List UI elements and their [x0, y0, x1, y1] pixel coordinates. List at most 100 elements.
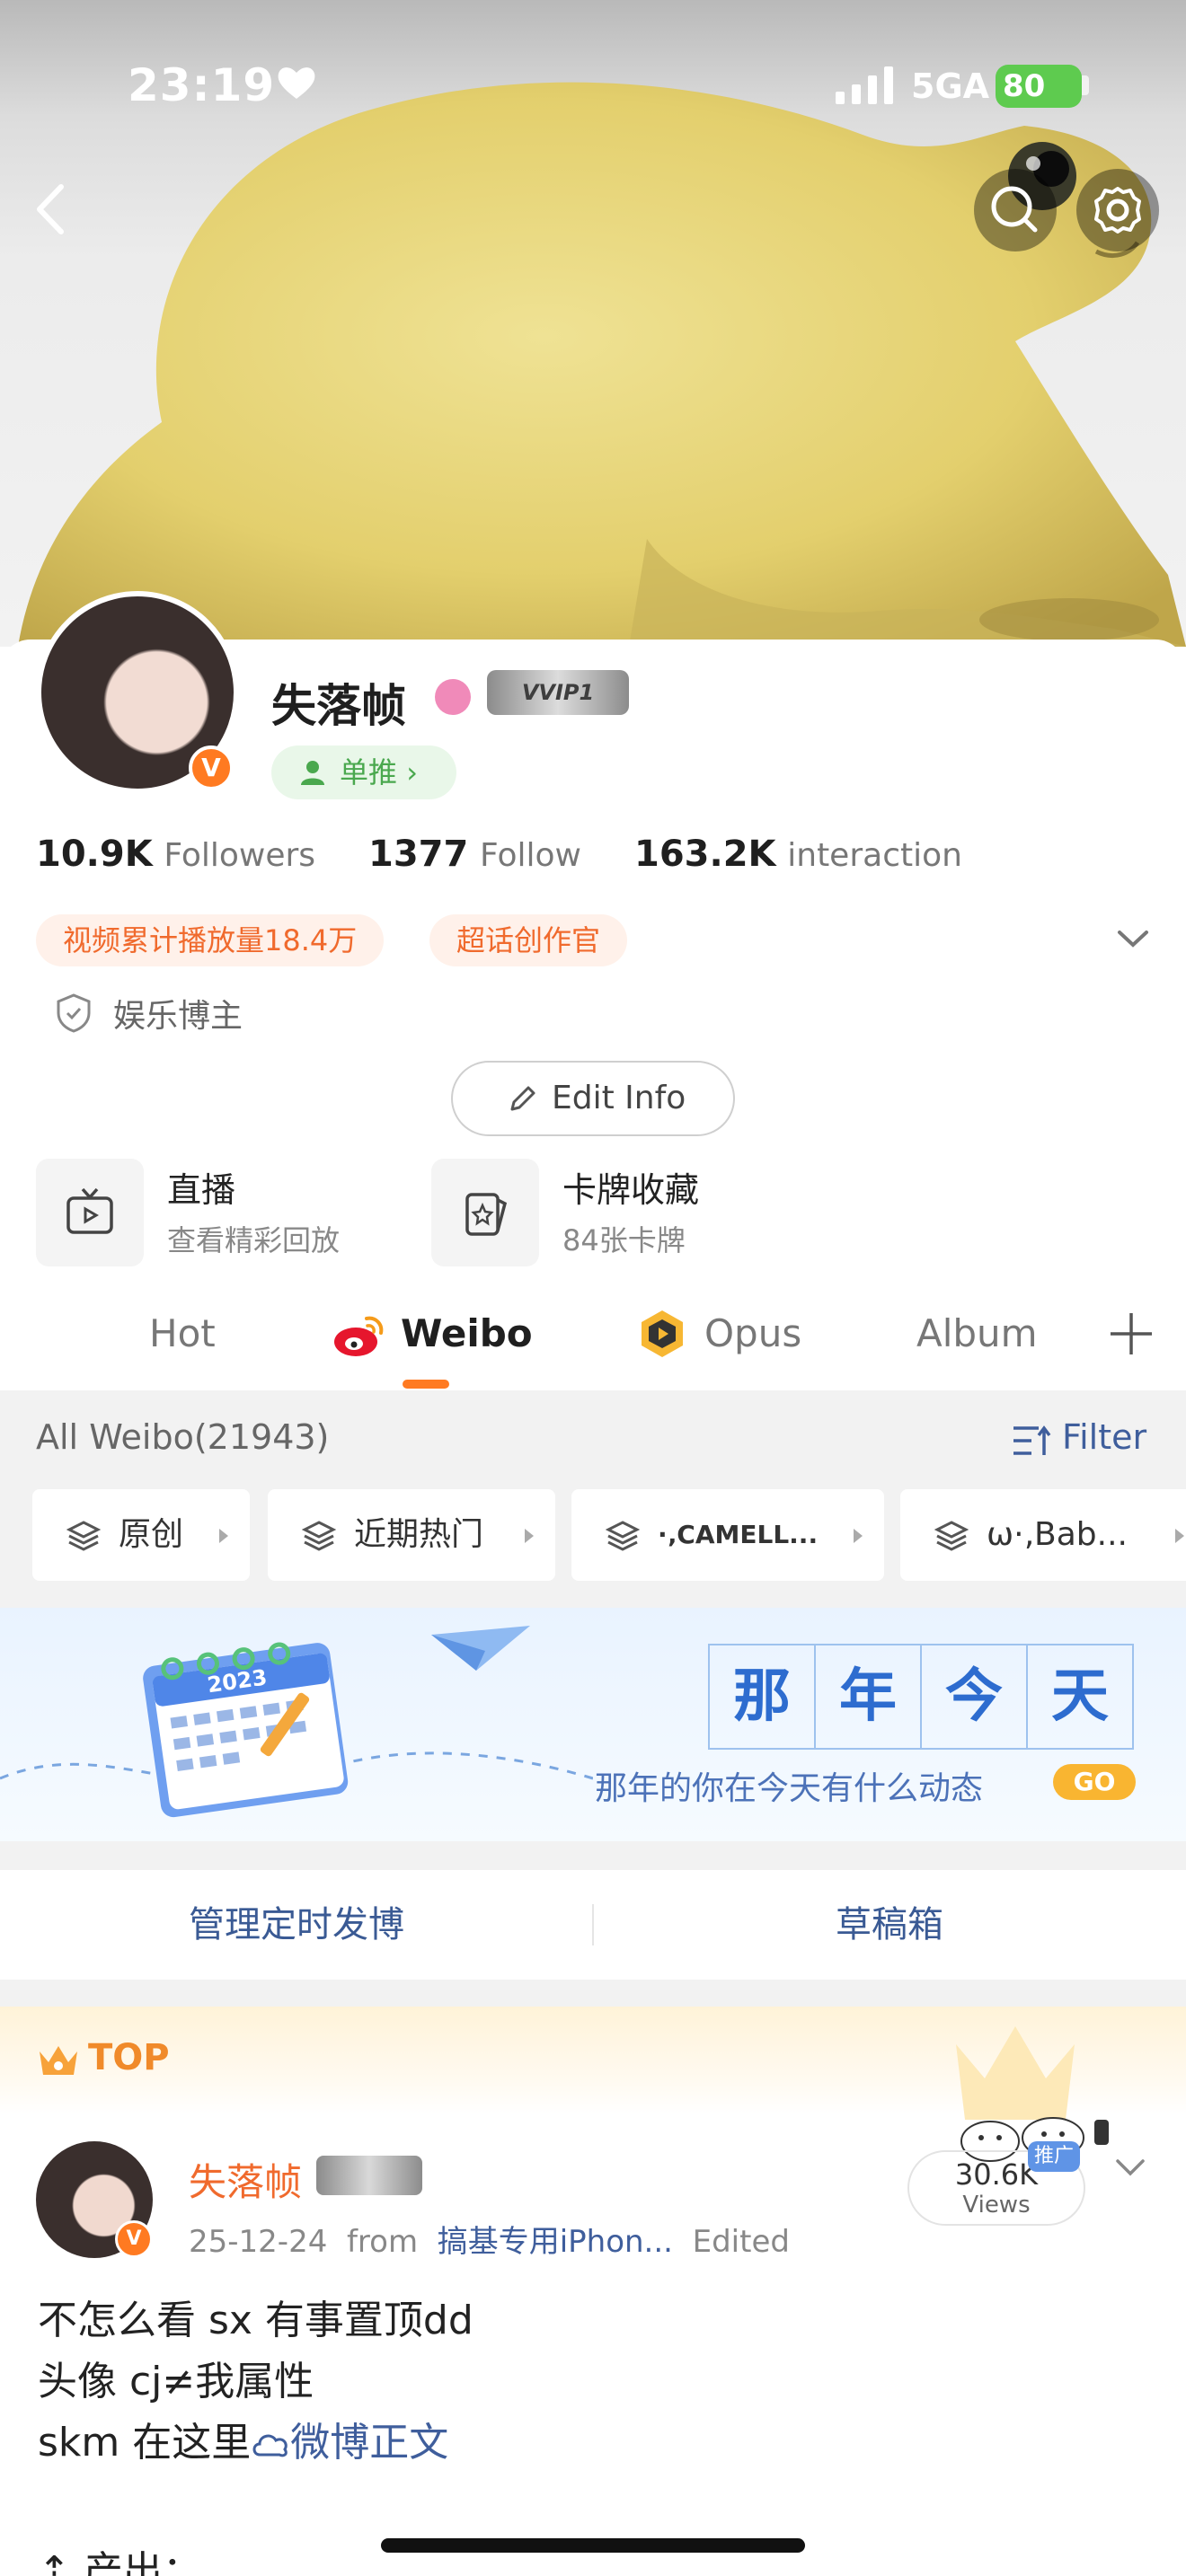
upload-icon: ⇡ [38, 2548, 84, 2576]
triangle-right-icon [525, 1529, 534, 1543]
feature-icon-box [36, 1159, 144, 1266]
chevron-down-icon[interactable] [1114, 925, 1152, 952]
stat-interaction[interactable]: 163.2K interaction [634, 834, 962, 875]
layers-icon [302, 1521, 336, 1551]
stat-followers[interactable]: 10.9K Followers [36, 834, 315, 875]
post-link[interactable]: 微博正文 [290, 2420, 448, 2466]
signal-icon [836, 66, 893, 104]
tab-album[interactable]: Album [916, 1311, 1038, 1355]
tab-hot[interactable]: Hot [149, 1311, 216, 1355]
verify-label: 娱乐博主 [113, 998, 243, 1035]
home-indicator[interactable] [381, 2538, 805, 2553]
gear-icon [1094, 187, 1141, 234]
scheduled-posts-button[interactable]: 管理定时发博 [0, 1870, 593, 1980]
feature-live[interactable]: 直播 查看精彩回放 [36, 1159, 395, 1266]
filter-chip-recent-hot[interactable]: 近期热门 [268, 1489, 555, 1581]
search-icon [991, 186, 1038, 233]
filter-chip-original[interactable]: 原创 [32, 1489, 250, 1581]
tag-label: 单推 [340, 755, 398, 790]
network-type: 5GA [911, 66, 990, 106]
edit-info-button[interactable]: Edit Info [451, 1061, 735, 1136]
plus-icon[interactable] [1107, 1310, 1155, 1358]
stat-value: 1377 [368, 834, 469, 875]
top-label: TOP [88, 2037, 170, 2078]
tag-pill[interactable]: 单推 › [271, 745, 456, 799]
chip-label: 近期热门 [354, 1516, 484, 1553]
post-source[interactable]: 搞基专用iPhon... [438, 2224, 673, 2260]
card-icon [465, 1193, 508, 1236]
honor-badge-video-plays[interactable]: 视频累计播放量18.4万 [36, 914, 385, 966]
feature-subtitle: 查看精彩回放 [167, 1223, 341, 1257]
vvip-badge[interactable]: VVIP1 [487, 670, 629, 715]
banner-subtitle: 那年的你在今天有什么动态 [595, 1770, 984, 1807]
go-button[interactable]: GO [1053, 1764, 1136, 1800]
post-line: 头像 cj≠我属性 [38, 2359, 314, 2404]
stat-value: 10.9K [36, 834, 153, 875]
stat-label: Follow [480, 837, 581, 874]
cover-image[interactable]: 23:19 5GA 80 [0, 0, 1186, 647]
search-button[interactable] [974, 169, 1057, 251]
pencil-icon [510, 1086, 535, 1111]
tab-weibo[interactable]: Weibo [401, 1311, 533, 1355]
back-arrow-icon[interactable] [25, 178, 79, 241]
drafts-button[interactable]: 草稿箱 [593, 1870, 1186, 1980]
triangle-right-icon [219, 1529, 228, 1543]
stat-value: 163.2K [634, 834, 776, 875]
triangle-right-icon [1175, 1529, 1184, 1543]
battery-icon: 80 [996, 65, 1082, 108]
crown-icon [40, 2046, 77, 2075]
filter-button[interactable]: Filter [1012, 1417, 1146, 1457]
feature-subtitle: 84张卡牌 [562, 1223, 686, 1257]
stat-label: interaction [787, 837, 962, 874]
tab-opus[interactable]: Opus [704, 1311, 801, 1355]
shield-icon [57, 993, 91, 1033]
all-weibo-count: All Weibo(21943) [36, 1417, 330, 1457]
post-date: 25-12-24 [189, 2224, 328, 2260]
banner-char: 天 [1051, 1663, 1109, 1730]
opus-logo-icon [642, 1310, 683, 1357]
post-author-name[interactable]: 失落帧 [189, 2152, 302, 2207]
chip-label: ω·‚Bab... [987, 1516, 1128, 1553]
banner-char: 今 [922, 1645, 1028, 1748]
vvip-badge-small [316, 2156, 422, 2195]
layers-icon [934, 1521, 969, 1551]
layers-icon [66, 1521, 101, 1551]
feature-icon-box [431, 1159, 539, 1266]
banner-title-grid: 那 年 今 天 [708, 1644, 1134, 1750]
chevron-down-icon[interactable] [1114, 2157, 1146, 2179]
filter-icon [1013, 1425, 1051, 1455]
banner-char: 年 [816, 1645, 922, 1748]
post-meta: 25-12-24 from 搞基专用iPhon... Edited [189, 2217, 790, 2261]
profile-stats: 10.9K Followers 1377 Follow 163.2K inter… [36, 834, 1150, 884]
tv-icon [66, 1187, 113, 1234]
verified-v-icon: V [189, 745, 234, 790]
promote-tag[interactable]: 推广 [1028, 2141, 1080, 2172]
post-line: 不怎么看 sx 有事置顶dd [38, 2298, 474, 2343]
layers-icon [606, 1521, 640, 1551]
pinned-post[interactable]: TOP V 失落帧 25-12-24 from 搞基专用iPhon... Edi… [0, 2007, 1186, 2576]
manage-row: 管理定时发博 草稿箱 [0, 1870, 1186, 1980]
person-icon [301, 761, 324, 785]
chip-label: ·‚CAMELL... [658, 1520, 819, 1549]
settings-button[interactable] [1076, 169, 1159, 251]
female-gender-icon [435, 679, 471, 715]
on-this-day-banner[interactable]: 2023 那 年 今 天 那年的你在今天有什么动态 GO [0, 1608, 1186, 1841]
filter-label: Filter [1062, 1417, 1147, 1457]
filter-chip-camellia[interactable]: ·‚CAMELL... [571, 1489, 884, 1581]
verified-v-icon: V [115, 2220, 153, 2258]
stat-follow[interactable]: 1377 Follow [368, 834, 581, 875]
post-next-text: 产出： [83, 2548, 202, 2576]
feature-title: 卡牌收藏 [562, 1170, 700, 1210]
triangle-right-icon [854, 1529, 863, 1543]
honor-badge-supertopic[interactable]: 超话创作官 [429, 914, 628, 966]
filter-chip-baby[interactable]: ω·‚Bab... [900, 1489, 1186, 1581]
status-bar: 23:19 5GA 80 [0, 0, 1186, 171]
post-body: 不怎么看 sx 有事置顶dd 头像 cj≠我属性 skm 在这里 微博正文 [38, 2290, 474, 2474]
post-from: from [346, 2224, 419, 2260]
status-time: 23:19 [128, 59, 276, 111]
feature-cards[interactable]: 卡牌收藏 84张卡牌 [431, 1159, 791, 1266]
edit-info-label: Edit Info [552, 1080, 686, 1116]
banner-char: 那 [710, 1645, 816, 1748]
views-label: Views [962, 2192, 1031, 2219]
post-edited: Edited [692, 2224, 790, 2260]
